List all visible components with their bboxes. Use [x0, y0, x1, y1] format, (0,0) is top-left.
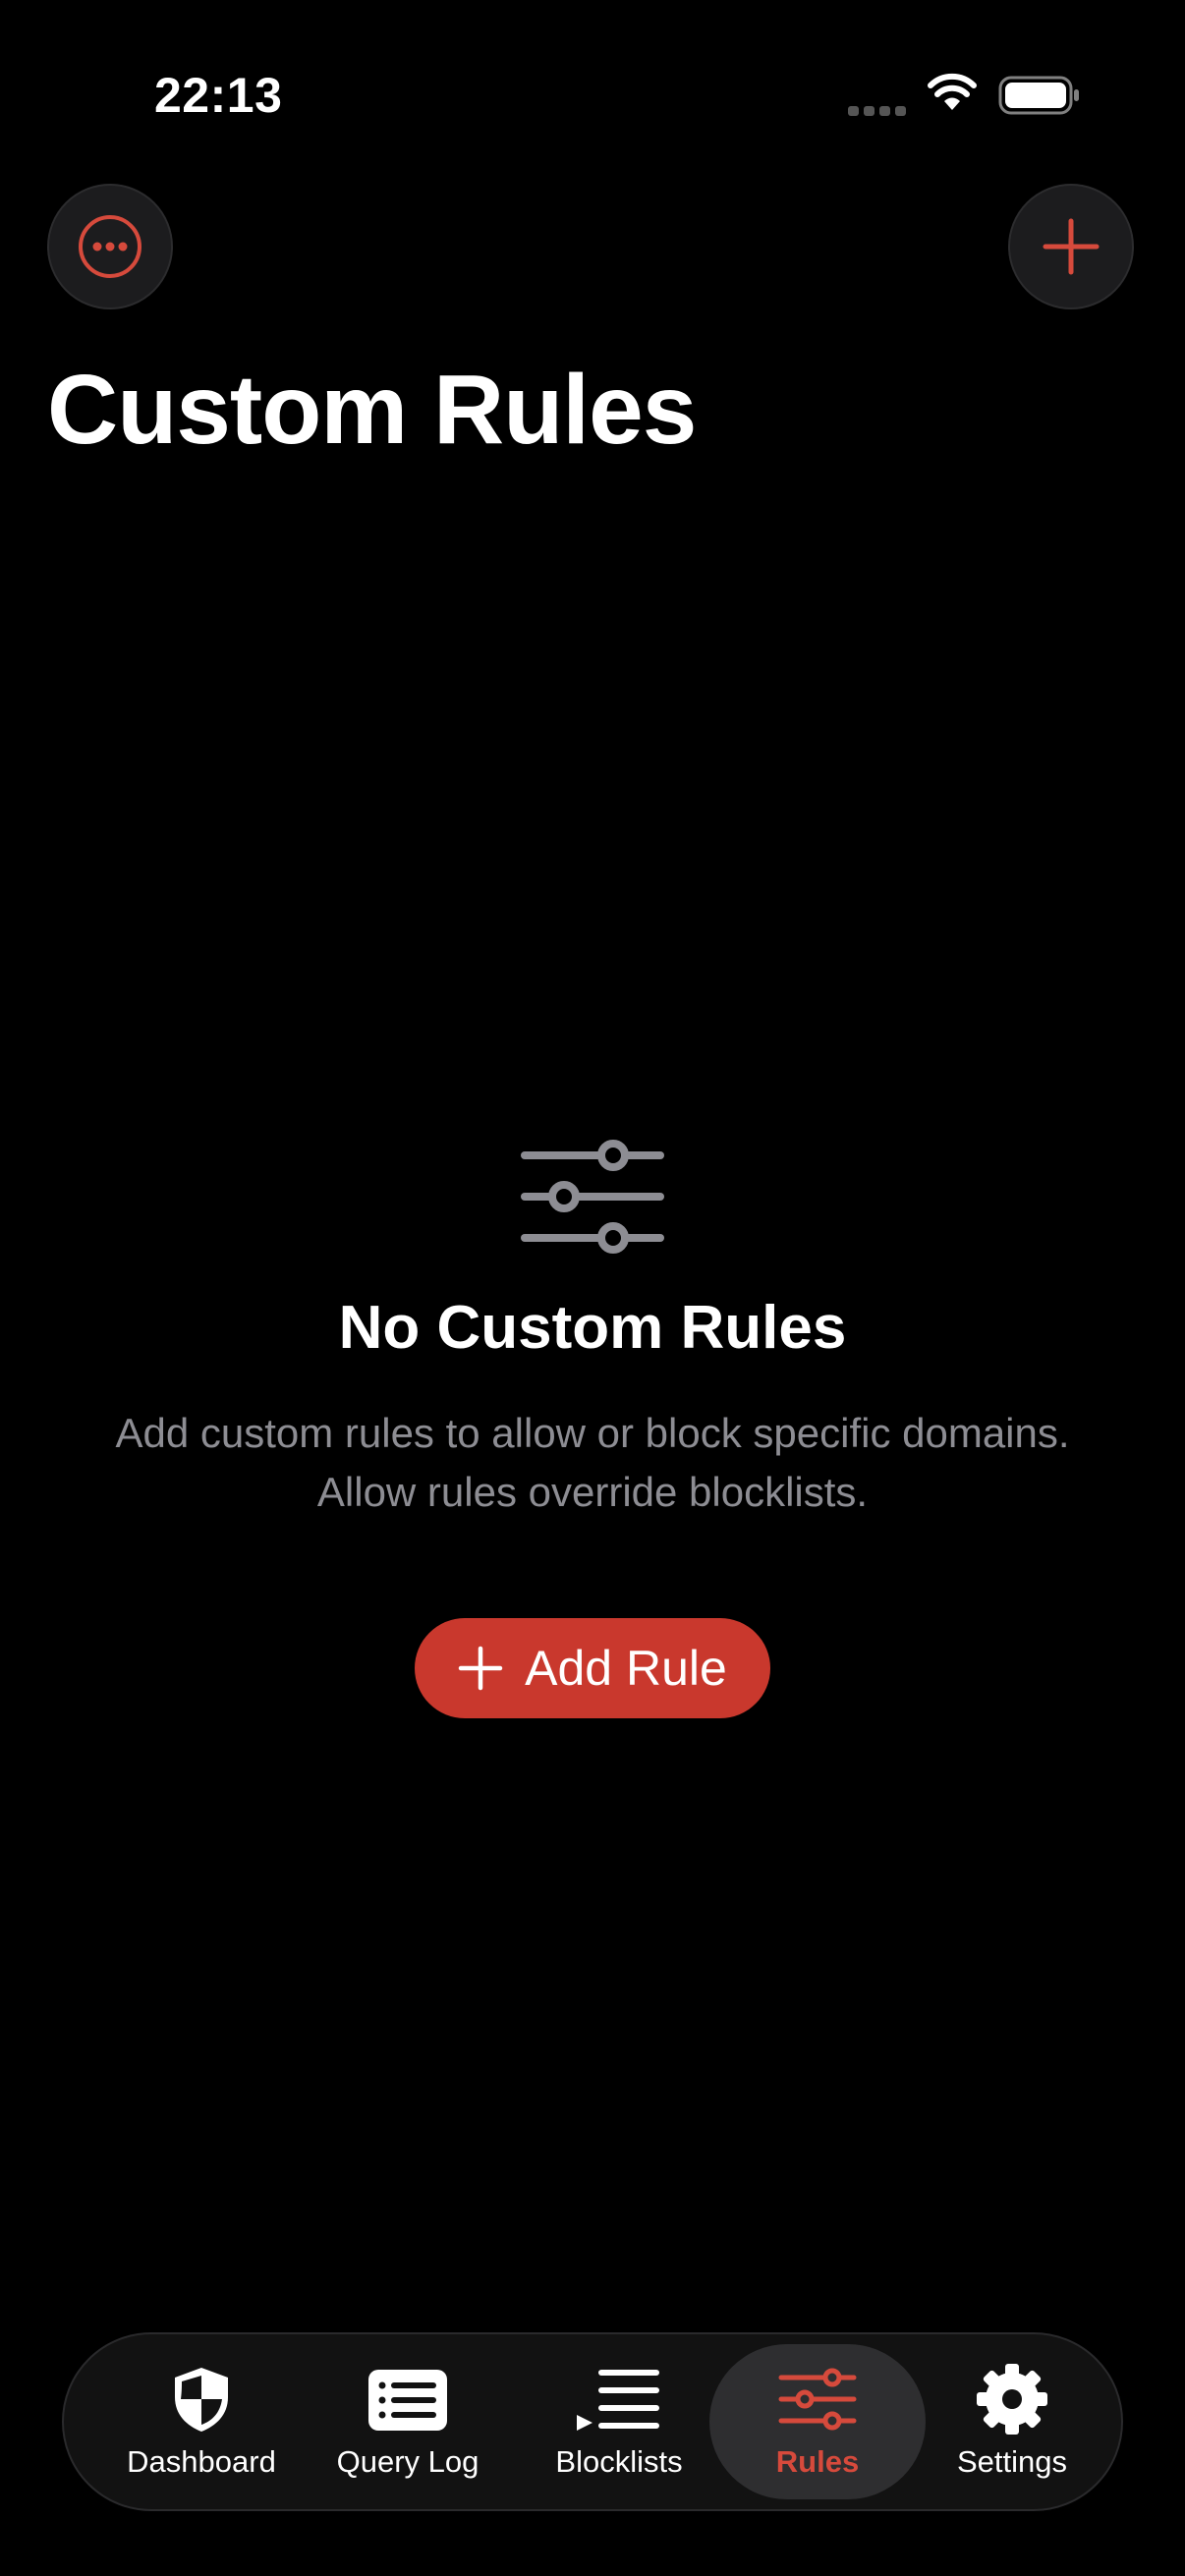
wifi-icon: [928, 73, 977, 110]
plus-icon: [458, 1646, 503, 1691]
tab-rules[interactable]: Rules: [709, 2344, 926, 2499]
empty-state-title: No Custom Rules: [338, 1294, 847, 1362]
cellular-signal-icon: [848, 106, 906, 116]
more-options-button[interactable]: [47, 184, 173, 309]
tab-blocklists[interactable]: Blocklists: [531, 2344, 707, 2499]
ellipsis-circle-icon: [79, 215, 141, 278]
tab-settings[interactable]: Settings: [933, 2344, 1091, 2499]
empty-state-description-line2: Allow rules override blocklists.: [316, 1469, 869, 1515]
empty-state: No Custom Rules Add custom rules to allo…: [0, 1130, 1185, 1718]
tab-bar: Dashboard Query Log Blocklists Rules Set…: [62, 2332, 1123, 2511]
tab-label: Dashboard: [127, 2444, 276, 2479]
sliders-icon: [778, 2368, 857, 2431]
empty-state-description-line1: Add custom rules to allow or block speci…: [115, 1410, 1070, 1456]
list-icon: [368, 2370, 447, 2431]
add-rule-button[interactable]: Add Rule: [415, 1618, 770, 1718]
add-rule-button-label: Add Rule: [525, 1641, 727, 1696]
battery-icon: [998, 76, 1079, 115]
tab-label: Rules: [775, 2444, 860, 2479]
empty-state-description: Add custom rules to allow or block speci…: [0, 1404, 1185, 1522]
tab-query-log[interactable]: Query Log: [324, 2344, 491, 2499]
shield-icon: [175, 2368, 228, 2432]
page-title: Custom Rules: [47, 355, 697, 465]
tab-label: Blocklists: [555, 2444, 683, 2479]
tab-label: Query Log: [336, 2444, 480, 2479]
playlist-icon: [577, 2370, 659, 2431]
plus-icon: [1043, 218, 1100, 275]
tab-dashboard[interactable]: Dashboard: [113, 2344, 290, 2499]
add-rule-top-button[interactable]: [1008, 184, 1134, 309]
status-time: 22:13: [154, 68, 283, 123]
gear-icon: [977, 2364, 1047, 2435]
status-bar: 22:13: [0, 0, 1185, 187]
sliders-icon: [521, 1140, 664, 1254]
tab-label: Settings: [956, 2444, 1067, 2479]
